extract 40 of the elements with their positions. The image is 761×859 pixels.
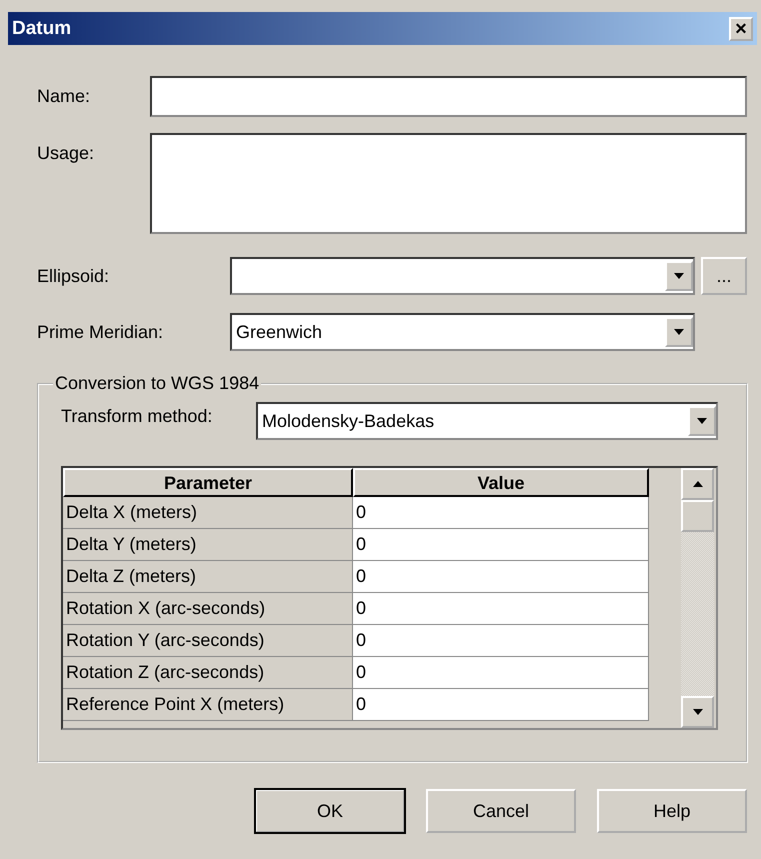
dialog-button[interactable]: Help — [597, 789, 747, 833]
table-cell: Delta Z (meters) — [63, 561, 353, 593]
transform-method-dropdown[interactable]: Molodensky-Badekas — [256, 402, 718, 440]
field-label: Usage: — [37, 142, 96, 164]
browse-button[interactable]: ... — [701, 257, 747, 295]
group-title: Conversion to WGS 1984 — [54, 373, 260, 394]
dialog-button[interactable]: Cancel — [426, 789, 576, 833]
table-cell[interactable]: 0 — [353, 657, 649, 689]
table-cell: Rotation X (arc-seconds) — [63, 593, 353, 625]
dialog-button[interactable]: OK — [255, 789, 405, 833]
scroll-thumb[interactable] — [681, 500, 714, 532]
table-cell[interactable]: 0 — [353, 497, 649, 529]
window-title: Datum — [12, 18, 72, 40]
table-cell[interactable]: 0 — [353, 625, 649, 657]
field-label: Ellipsoid: — [37, 266, 110, 286]
table-cell[interactable]: 0 — [353, 593, 649, 625]
table-cell[interactable]: 0 — [353, 561, 649, 593]
dropdown-arrow-icon — [696, 417, 708, 425]
name-field[interactable] — [150, 76, 747, 117]
table-cell[interactable]: 0 — [353, 529, 649, 561]
table-cell: Rotation Z (arc-seconds) — [63, 657, 353, 689]
prime-meridian-dropdown[interactable]: Greenwich — [230, 313, 695, 351]
scroll-up-icon — [692, 480, 704, 488]
ellipsoid-dropdown[interactable] — [230, 257, 695, 295]
table-cell: Delta X (meters) — [63, 497, 353, 529]
dropdown-arrow-icon — [673, 328, 685, 336]
scrollbar[interactable] — [681, 468, 714, 728]
table-cell: Reference Point X (meters) — [63, 689, 353, 721]
field-label: Transform method: — [61, 406, 214, 426]
table-cell: Rotation Y (arc-seconds) — [63, 625, 353, 657]
usage-field[interactable] — [150, 133, 747, 234]
field-label: Name: — [37, 85, 92, 107]
dropdown-arrow-icon — [673, 272, 685, 280]
close-button[interactable]: × — [729, 16, 753, 40]
column-header[interactable]: Value — [353, 468, 649, 497]
table-cell: Delta Y (meters) — [63, 529, 353, 561]
column-header[interactable]: Parameter — [63, 468, 353, 497]
table-cell[interactable]: 0 — [353, 689, 649, 721]
scroll-down-icon — [692, 708, 704, 716]
field-label: Prime Meridian: — [37, 322, 164, 342]
